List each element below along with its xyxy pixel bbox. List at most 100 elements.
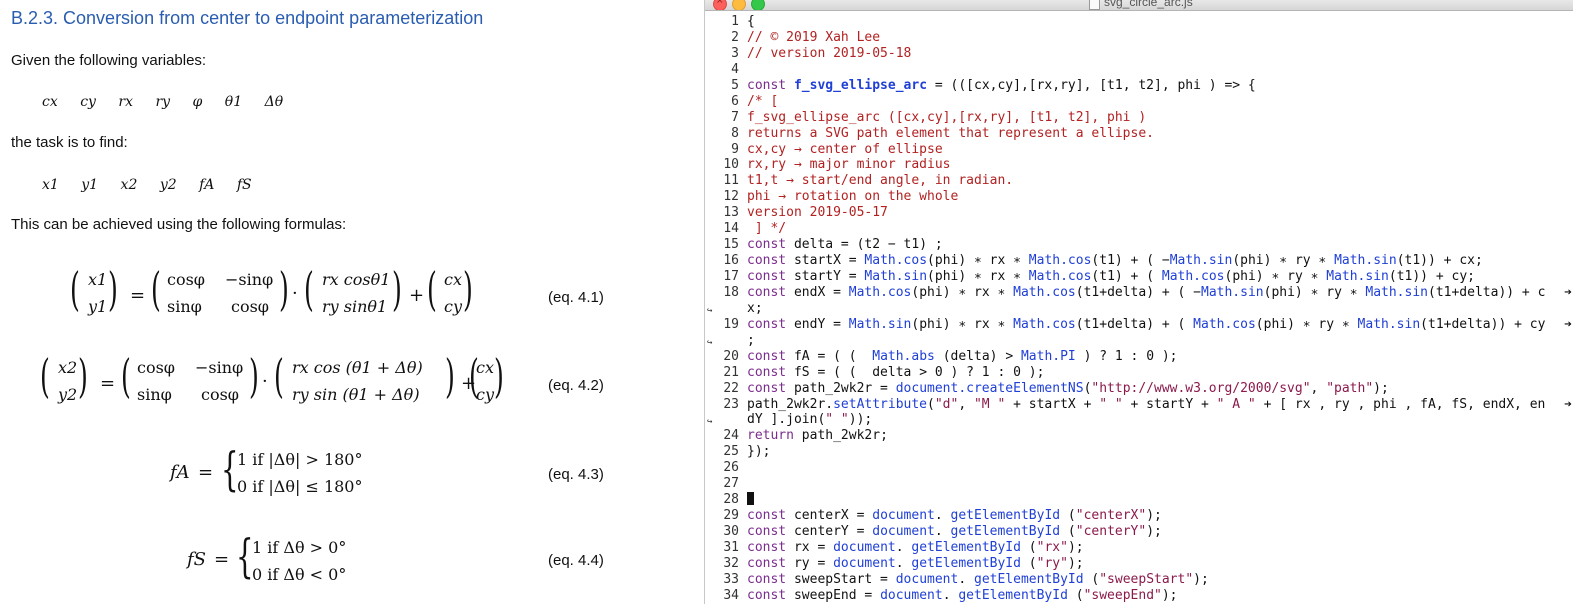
code-token: rx,ry → major minor radius	[747, 157, 951, 173]
code-token: );	[1146, 508, 1162, 524]
code-token: .	[934, 524, 951, 539]
code-token: ,	[1310, 380, 1327, 396]
code-line[interactable]: 31 const rx = document. getElementById ("…	[705, 540, 1573, 556]
code-line[interactable]: 4	[705, 62, 1573, 78]
code-line[interactable]: 12 phi → rotation on the whole	[705, 189, 1573, 205]
code-token: delta = (t2 − t1) ;	[793, 237, 943, 253]
code-token: " A "	[1216, 396, 1256, 412]
code-line[interactable]: 33 const sweepStart = document. getElemen…	[705, 572, 1573, 588]
code-line[interactable]: 16 const startX = Math.cos(phi) ∗ rx ∗ Ma…	[705, 253, 1573, 269]
code-token: "http://www.w3.org/2000/svg"	[1091, 380, 1311, 396]
code-line[interactable]: 8 returns a SVG path element that represe…	[705, 126, 1573, 142]
code-line[interactable]: 23 path_2wk2r.setAttribute("d", "M " + st…	[705, 397, 1573, 413]
eq41-m22: cosφ	[231, 297, 270, 316]
line-content: const fS = ( ( delta > 0 ) ? 1 : 0 );	[747, 365, 1044, 381]
code-line[interactable]: 25});	[705, 444, 1573, 460]
code-line[interactable]: 10 rx,ry → major minor radius	[705, 157, 1573, 173]
code-token: Math.cos	[1028, 269, 1092, 284]
code-token: (t1)) + cx;	[1396, 253, 1483, 269]
line-number: 33	[723, 571, 739, 587]
line-number: 28	[723, 492, 739, 508]
code-token: );	[1161, 587, 1178, 603]
code-token: "path"	[1326, 380, 1374, 396]
code-line[interactable]: 29 const centerX = document. getElementBy…	[705, 508, 1573, 524]
eq42-lhs-top: x2	[58, 358, 78, 377]
code-token: document	[895, 571, 959, 587]
code-token: const	[747, 524, 794, 539]
code-token: Math.sin	[1334, 253, 1397, 269]
text-cursor	[747, 492, 754, 506]
code-line[interactable]: 14 ] */	[705, 221, 1573, 237]
code-token: " "	[825, 412, 849, 428]
maximize-window-button[interactable]	[751, 0, 765, 10]
code-line[interactable]: 13 version 2019-05-17	[705, 205, 1573, 221]
code-line[interactable]: ↪ x;	[705, 301, 1573, 317]
code-token: const	[747, 380, 794, 396]
minimize-window-button[interactable]	[732, 0, 746, 10]
line-number: 27	[723, 476, 739, 492]
code-token: const	[747, 571, 794, 587]
code-area[interactable]: 1{2// © 2019 Xah Lee 3// version 2019-05-…	[705, 14, 1573, 604]
code-token: centerX =	[793, 508, 873, 524]
eq41-lhs-top: x1	[88, 270, 108, 289]
code-token: ));	[848, 412, 873, 428]
code-token: });	[747, 444, 771, 460]
code-token: const	[747, 77, 794, 93]
code-line[interactable]: 21 const fS = ( ( delta > 0 ) ? 1 : 0 );	[705, 365, 1573, 381]
code-line[interactable]: 17 const startY = Math.sin(phi) ∗ rx ∗ Ma…	[705, 269, 1573, 285]
code-token: /* [	[747, 93, 779, 109]
code-token: cx,cy → center of ellipse	[747, 141, 943, 157]
code-line[interactable]: 28	[705, 492, 1573, 508]
code-token: (phi) ∗ rx ∗	[911, 284, 1014, 300]
code-token: (	[1067, 587, 1084, 603]
eq-label-4-3: (eq. 4.3)	[548, 466, 604, 483]
line-content: const startX = Math.cos(phi) ∗ rx ∗ Math…	[747, 253, 1483, 269]
eq41-lhs-bot: y1	[88, 297, 108, 316]
code-line[interactable]: 34 const sweepEnd = document. getElementB…	[705, 588, 1573, 604]
code-line[interactable]: 32 const ry = document. getElementById ("…	[705, 556, 1573, 572]
line-number: 26	[723, 460, 739, 476]
code-token: document.createElementNS	[895, 380, 1084, 396]
code-line[interactable]: 3 // version 2019-05-18	[705, 46, 1573, 62]
code-line[interactable]: 18 const endX = Math.cos(phi) ∗ rx ∗ Math…	[705, 285, 1573, 301]
code-token: const	[747, 555, 794, 571]
code-token: f_svg_ellipse_arc	[793, 77, 928, 93]
code-token: Math.cos	[1028, 253, 1092, 269]
code-token: (phi) ∗ ry ∗	[1255, 316, 1358, 332]
code-line[interactable]: 2 // © 2019 Xah Lee	[705, 30, 1573, 46]
var-fS: fS	[236, 177, 252, 193]
code-line[interactable]: 26	[705, 460, 1573, 476]
code-line[interactable]: 1{	[705, 14, 1573, 30]
code-line[interactable]: 9 cx,cy → center of ellipse	[705, 142, 1573, 158]
line-number: 2	[731, 29, 739, 45]
code-line[interactable]: 15 const delta = (t2 − t1) ;	[705, 237, 1573, 253]
code-line[interactable]: 19 const endY = Math.sin(phi) ∗ rx ∗ Math…	[705, 317, 1573, 333]
code-token: Math.PI	[1020, 348, 1076, 364]
code-token: + [ rx , ry , phi , fA, fS, endX, en	[1255, 396, 1546, 412]
code-line[interactable]: 7 f_svg_ellipse_arc ([cx,cy],[rx,ry], [t1…	[705, 110, 1573, 126]
code-line[interactable]: 11 t1,t → start/end angle, in radian.	[705, 173, 1573, 189]
code-token: + startX +	[1005, 396, 1100, 412]
code-token: Math.cos	[1193, 316, 1256, 332]
window-titlebar: × svg_circle_arc.js	[705, 0, 1573, 11]
code-line[interactable]: 5 const f_svg_ellipse_arc = (([cx,cy],[rx…	[705, 78, 1573, 94]
code-token: document	[833, 539, 896, 555]
code-line[interactable]: 6 /* [	[705, 94, 1573, 110]
code-line[interactable]: ↪;	[705, 333, 1573, 349]
code-token: = (([cx,cy],[rx,ry], [t1, t2], phi ) => …	[927, 77, 1256, 93]
find-variables: x1 y1 x2 y2 fA fS	[42, 177, 270, 193]
code-token: version 2019-05-17	[747, 205, 888, 221]
code-token: (delta) >	[934, 348, 1021, 364]
code-token: dY ].join(	[747, 412, 826, 428]
code-line[interactable]: 30 const centerY = document. getElementBy…	[705, 524, 1573, 540]
code-line[interactable]: 27	[705, 476, 1573, 492]
code-token: "M "	[973, 396, 1006, 412]
line-content: const rx = document. getElementById ("rx…	[747, 540, 1084, 556]
code-line[interactable]: 24 return path_2wk2r;	[705, 428, 1573, 444]
code-token: Math.sin	[1326, 269, 1389, 284]
eq41-m21: sinφ	[167, 297, 202, 316]
code-token: Math.sin	[1357, 316, 1421, 332]
code-line[interactable]: ↪ dY ].join(" "));	[705, 412, 1573, 428]
code-line[interactable]: 22 const path_2wk2r = document.createElem…	[705, 381, 1573, 397]
code-line[interactable]: 20 const fA = ( ( Math.abs (delta) > Math…	[705, 349, 1573, 365]
